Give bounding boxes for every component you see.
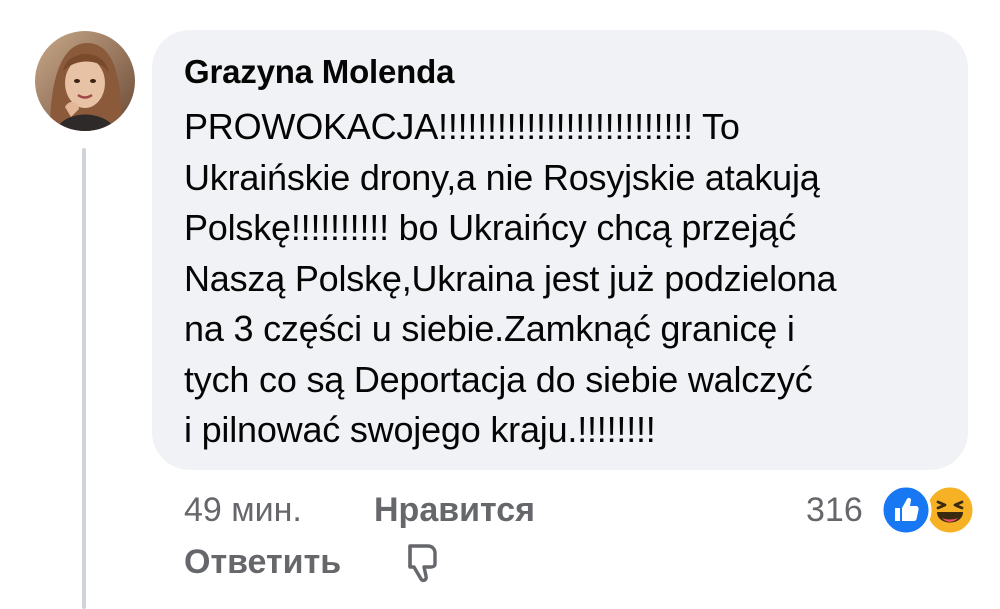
reply-button[interactable]: Ответить [184, 540, 341, 584]
like-icon [880, 484, 932, 536]
comment-text: PROWOKACJA!!!!!!!!!!!!!!!!!!!!!!!!!! To … [184, 106, 837, 450]
avatar[interactable] [35, 31, 135, 131]
comment-bubble: Grazyna Molenda PROWOKACJA!!!!!!!!!!!!!!… [152, 30, 968, 470]
like-button[interactable]: Нравится [374, 488, 535, 532]
comment-timestamp[interactable]: 49 мин. [184, 488, 302, 532]
reaction-icons[interactable] [880, 484, 980, 536]
comment-author[interactable]: Grazyna Molenda [184, 52, 936, 92]
thread-line [82, 148, 86, 609]
reaction-count[interactable]: 316 [806, 488, 863, 532]
dislike-icon[interactable] [402, 540, 444, 584]
avatar-image [35, 31, 135, 131]
